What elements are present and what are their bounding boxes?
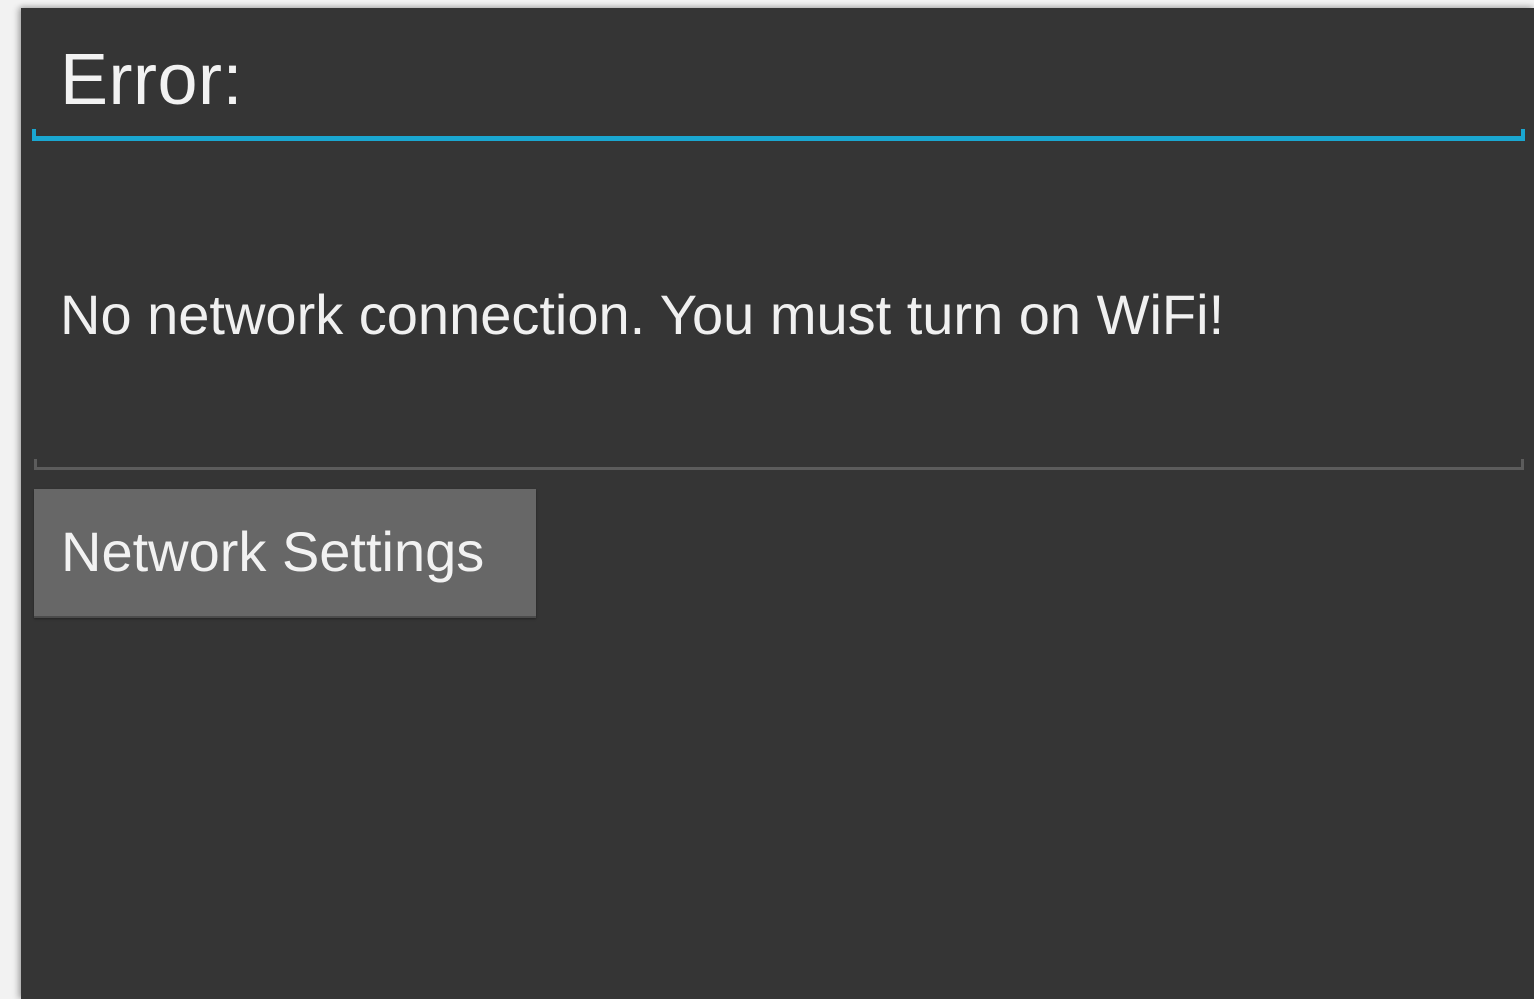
dialog-title: Error: — [60, 40, 243, 120]
error-dialog: Error: No network connection. You must t… — [21, 8, 1534, 999]
title-divider — [32, 129, 1525, 141]
dialog-message: No network connection. You must turn on … — [60, 283, 1225, 346]
content-divider — [34, 459, 1524, 470]
network-settings-button[interactable]: Network Settings — [34, 489, 536, 618]
network-settings-button-label: Network Settings — [61, 520, 485, 583]
